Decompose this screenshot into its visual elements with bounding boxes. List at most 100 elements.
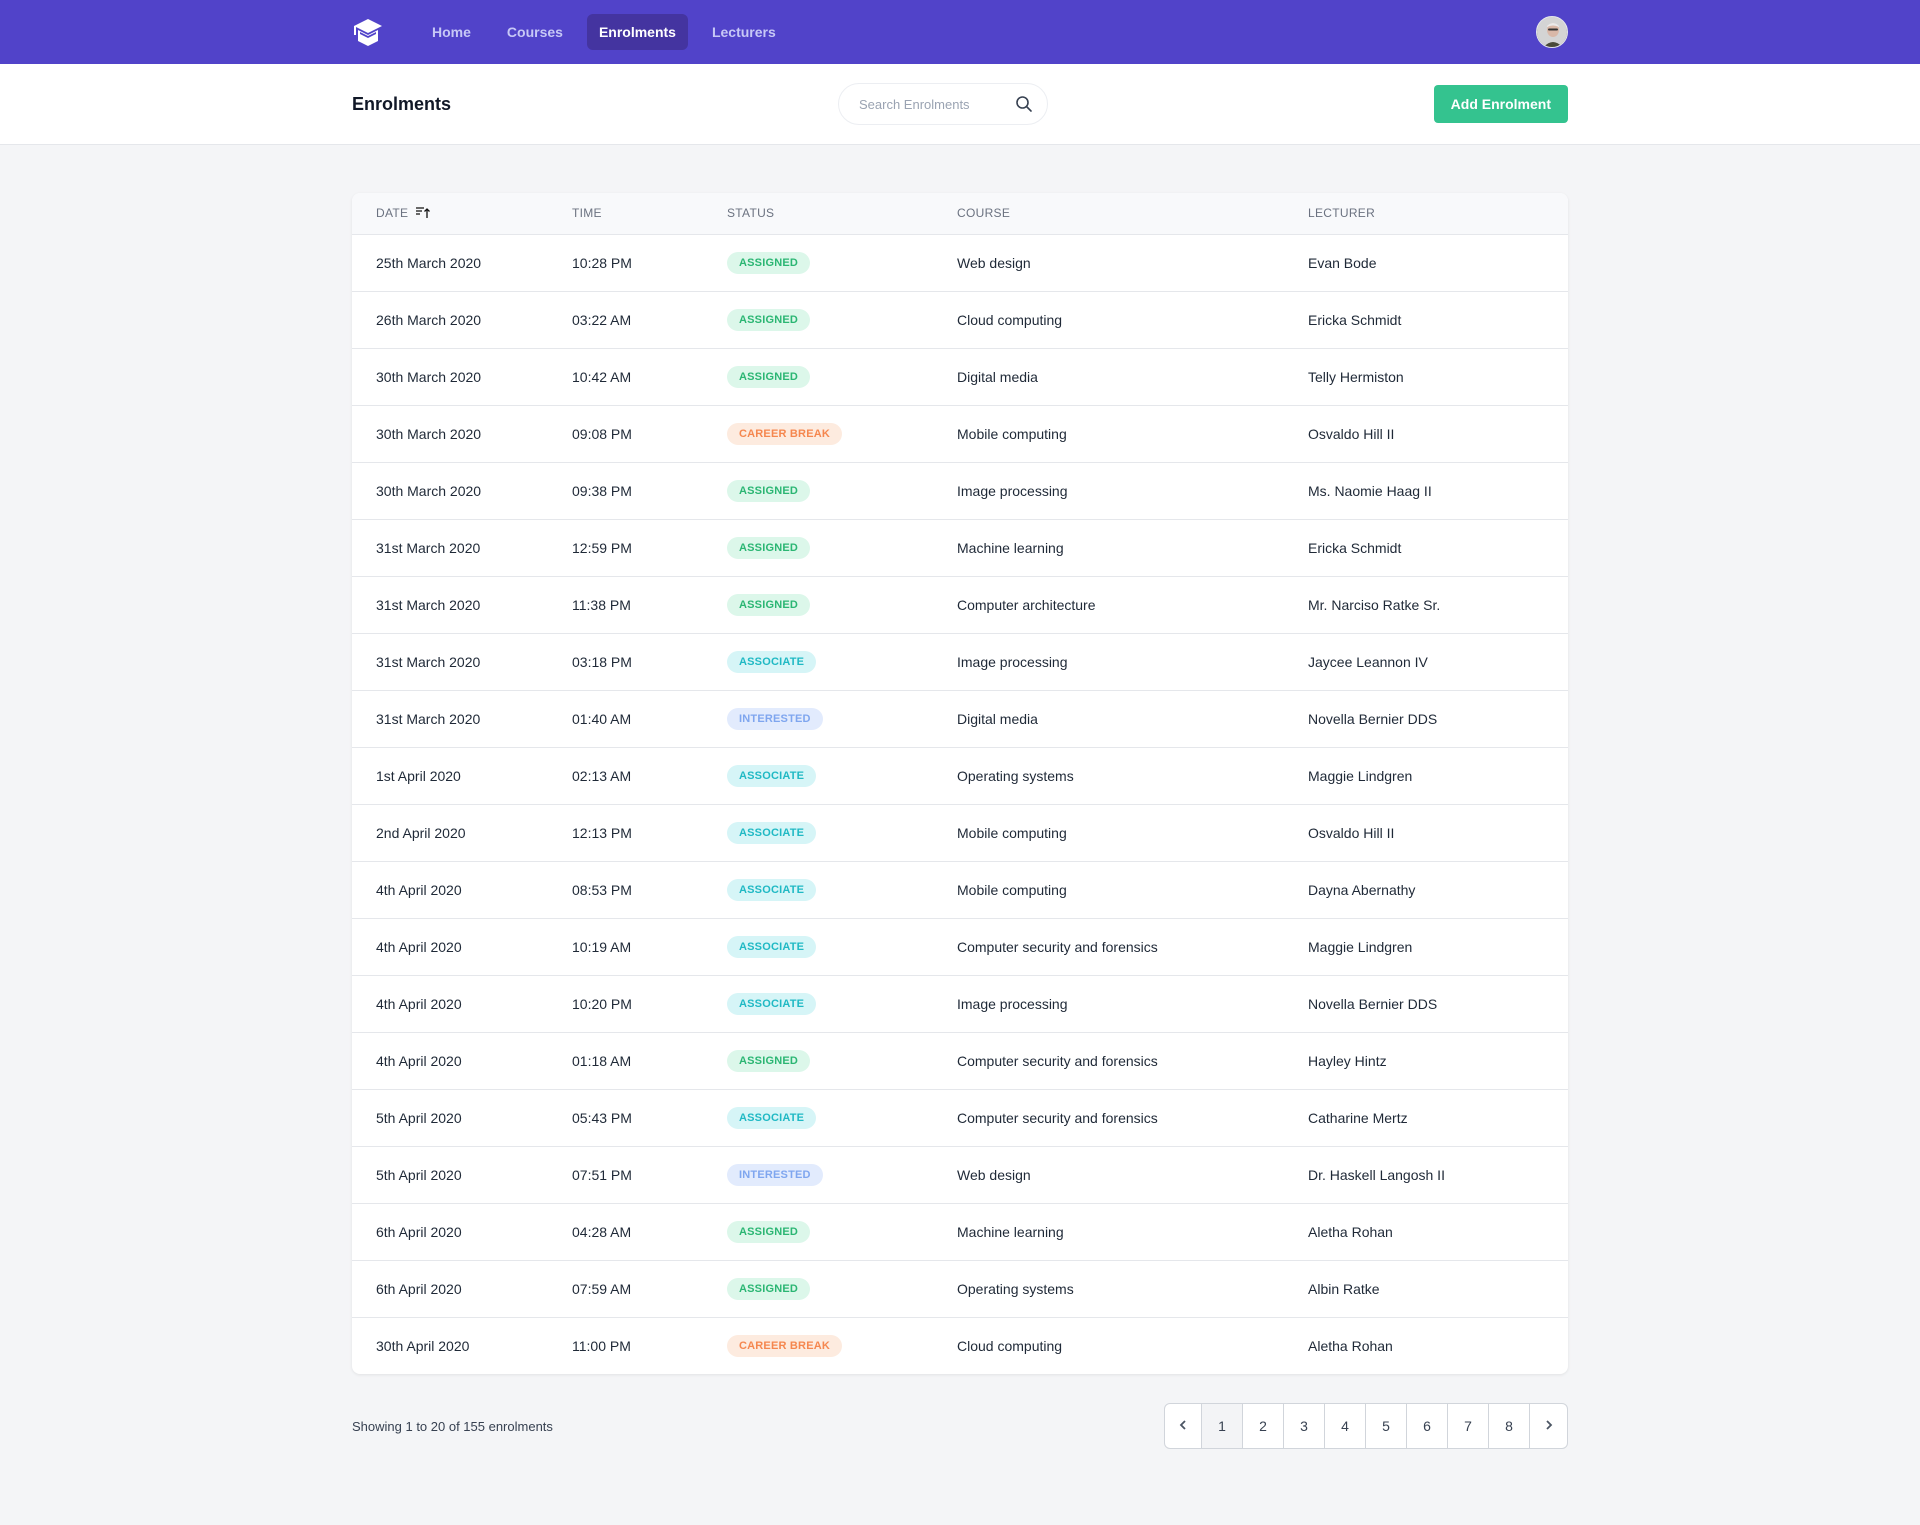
sort-ascending-icon[interactable] [415, 206, 430, 221]
table-row[interactable]: 25th March 2020 10:28 PM Assigned Web desig… [352, 234, 1568, 291]
showing-count-text: Showing 1 to 20 of 155 enrolments [352, 1418, 553, 1434]
date-cell: 31st March 2020 [376, 653, 481, 670]
user-avatar[interactable] [1536, 16, 1568, 48]
table-row[interactable]: 6th April 2020 07:59 AM Assigned Operating … [352, 1260, 1568, 1317]
status-cell: Assigned [727, 348, 957, 405]
search-icon[interactable] [1015, 95, 1033, 113]
enrolments-table: Date Time Status Course Lecturer [352, 193, 1568, 1374]
course-cell: Operating systems [957, 767, 1074, 784]
table-header-row: Date Time Status Course Lecturer [352, 193, 1568, 234]
date-cell: 4th April 2020 [376, 881, 462, 898]
time-cell: 11:00 PM [572, 1337, 631, 1354]
column-header-status[interactable]: Status [727, 193, 957, 234]
search-box[interactable] [838, 83, 1048, 125]
status-badge: Interested [727, 707, 823, 730]
date-cell: 25th March 2020 [376, 254, 482, 271]
page-button-4[interactable]: 4 [1325, 1404, 1366, 1448]
time-cell: 08:53 PM [572, 881, 632, 898]
table-row[interactable]: 5th April 2020 07:51 PM Interested Web desi… [352, 1146, 1568, 1203]
status-cell: Career Break [727, 405, 957, 462]
time-cell: 05:43 PM [572, 1109, 632, 1126]
lecturer-cell: Novella Bernier DDS [1308, 710, 1438, 727]
status-badge: Associate [727, 935, 817, 958]
lecturer-cell: Ericka Schmidt [1308, 311, 1402, 328]
course-cell: Image processing [957, 653, 1068, 670]
next-page-button[interactable] [1530, 1404, 1567, 1448]
status-cell: Interested [727, 690, 957, 747]
column-header-date[interactable]: Date [352, 193, 572, 234]
status-badge: Assigned [727, 479, 811, 502]
page-button-3[interactable]: 3 [1284, 1404, 1325, 1448]
date-cell: 6th April 2020 [376, 1223, 462, 1240]
course-cell: Mobile computing [957, 425, 1067, 442]
status-badge: Career Break [727, 1334, 843, 1357]
date-cell: 30th March 2020 [376, 368, 482, 385]
status-cell: Assigned [727, 1203, 957, 1260]
table-row[interactable]: 31st March 2020 03:18 PM Associate Image pr… [352, 633, 1568, 690]
table-row[interactable]: 4th April 2020 10:20 PM Associate Image pro… [352, 975, 1568, 1032]
course-cell: Web design [957, 254, 1031, 271]
page-title: Enrolments [352, 93, 452, 114]
page-button-6[interactable]: 6 [1407, 1404, 1448, 1448]
lecturer-cell: Osvaldo Hill II [1308, 425, 1395, 442]
table-row[interactable]: 31st March 2020 12:59 PM Assigned Machine l… [352, 519, 1568, 576]
table-row[interactable]: 4th April 2020 10:19 AM Associate Computer … [352, 918, 1568, 975]
status-cell: Associate [727, 975, 957, 1032]
column-header-course[interactable]: Course [957, 193, 1308, 234]
status-badge: Assigned [727, 536, 811, 559]
table-row[interactable]: 2nd April 2020 12:13 PM Associate Mobile co… [352, 804, 1568, 861]
graduation-cap-logo-icon[interactable] [352, 16, 384, 48]
page-button-8[interactable]: 8 [1489, 1404, 1530, 1448]
table-row[interactable]: 30th March 2020 10:42 AM Assigned Digital m… [352, 348, 1568, 405]
previous-page-button[interactable] [1165, 1404, 1202, 1448]
table-row[interactable]: 6th April 2020 04:28 AM Assigned Machine le… [352, 1203, 1568, 1260]
time-cell: 09:08 PM [572, 425, 632, 442]
course-cell: Machine learning [957, 539, 1064, 556]
status-badge: Career Break [727, 422, 843, 445]
status-badge: Assigned [727, 308, 811, 331]
table-row[interactable]: 30th March 2020 09:08 PM Career Break Mobil… [352, 405, 1568, 462]
table-row[interactable]: 1st April 2020 02:13 AM Associate Operating… [352, 747, 1568, 804]
date-cell: 4th April 2020 [376, 995, 462, 1012]
page-button-7[interactable]: 7 [1448, 1404, 1489, 1448]
page-button-5[interactable]: 5 [1366, 1404, 1407, 1448]
lecturer-cell: Evan Bode [1308, 254, 1377, 271]
status-badge: Associate [727, 878, 817, 901]
table-row[interactable]: 30th March 2020 09:38 PM Assigned Image pro… [352, 462, 1568, 519]
date-cell: 6th April 2020 [376, 1280, 462, 1297]
page-button-1[interactable]: 1 [1202, 1404, 1243, 1448]
time-cell: 10:42 AM [572, 368, 632, 385]
status-badge: Associate [727, 821, 817, 844]
status-cell: Assigned [727, 234, 957, 291]
table-row[interactable]: 26th March 2020 03:22 AM Assigned Cloud com… [352, 291, 1568, 348]
nav-link-enrolments[interactable]: Enrolments [586, 14, 688, 50]
table-row[interactable]: 31st March 2020 01:40 AM Interested Digital… [352, 690, 1568, 747]
nav-link-lecturers[interactable]: Lecturers [700, 14, 788, 50]
status-cell: Assigned [727, 1260, 957, 1317]
time-cell: 10:20 PM [572, 995, 632, 1012]
course-cell: Digital media [957, 368, 1038, 385]
column-header-time[interactable]: Time [572, 193, 727, 234]
status-cell: Assigned [727, 462, 957, 519]
status-cell: Interested [727, 1146, 957, 1203]
chevron-right-icon [1544, 1418, 1554, 1434]
status-cell: Associate [727, 861, 957, 918]
nav-link-home[interactable]: Home [420, 14, 483, 50]
course-cell: Computer security and forensics [957, 938, 1158, 955]
lecturer-cell: Dayna Abernathy [1308, 881, 1416, 898]
lecturer-cell: Albin Ratke [1308, 1280, 1380, 1297]
table-row[interactable]: 4th April 2020 08:53 PM Associate Mobile co… [352, 861, 1568, 918]
add-enrolment-button[interactable]: Add Enrolment [1433, 85, 1568, 123]
table-row[interactable]: 30th April 2020 11:00 PM Career Break Cloud… [352, 1317, 1568, 1374]
column-header-lecturer[interactable]: Lecturer [1308, 193, 1568, 234]
course-cell: Mobile computing [957, 824, 1067, 841]
table-row[interactable]: 4th April 2020 01:18 AM Assigned Computer s… [352, 1032, 1568, 1089]
table-row[interactable]: 5th April 2020 05:43 PM Associate Computer … [352, 1089, 1568, 1146]
table-row[interactable]: 31st March 2020 11:38 PM Assigned Computer … [352, 576, 1568, 633]
time-cell: 12:13 PM [572, 824, 632, 841]
page-button-2[interactable]: 2 [1243, 1404, 1284, 1448]
status-cell: Associate [727, 918, 957, 975]
nav-link-courses[interactable]: Courses [495, 14, 575, 50]
search-input[interactable] [859, 96, 1009, 112]
date-cell: 4th April 2020 [376, 1052, 462, 1069]
